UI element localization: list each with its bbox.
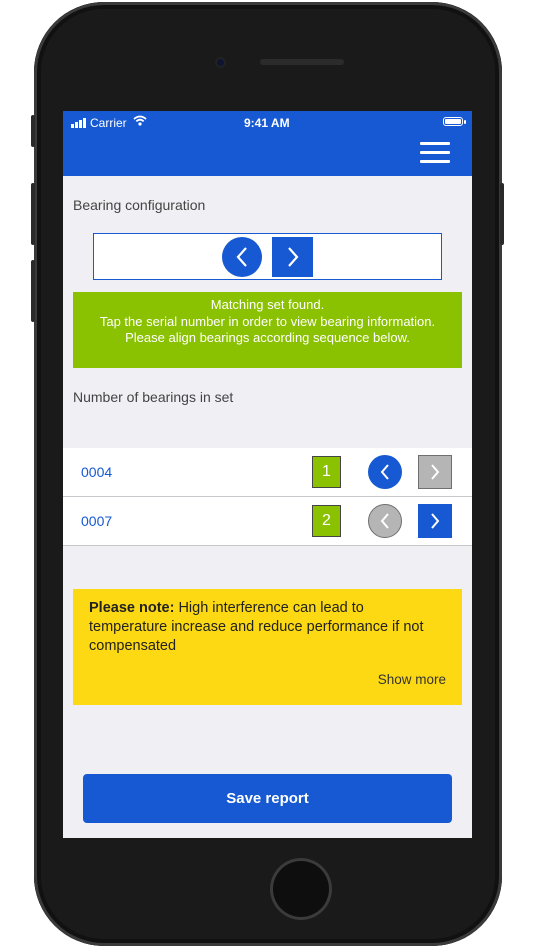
front-camera <box>215 57 226 68</box>
volume-up-button <box>31 183 35 245</box>
bearings-count-label: Number of bearings in set <box>73 389 234 405</box>
config-prev-button[interactable] <box>222 237 262 277</box>
silent-switch <box>31 115 35 147</box>
move-right-button[interactable] <box>418 504 452 538</box>
status-bar: Carrier 9:41 AM <box>63 111 472 135</box>
battery-icon <box>443 117 466 126</box>
app-header: Carrier 9:41 AM <box>63 111 472 176</box>
carrier-label: Carrier <box>90 116 127 130</box>
chevron-right-icon <box>287 247 298 267</box>
chevron-right-icon <box>431 513 440 529</box>
chevron-left-icon <box>380 513 389 529</box>
move-left-button[interactable] <box>368 455 402 489</box>
config-next-button[interactable] <box>272 237 313 277</box>
app-screen: Carrier 9:41 AM Bearing configuration Ma… <box>63 111 472 838</box>
save-report-button[interactable]: Save report <box>83 774 452 823</box>
chevron-left-icon <box>236 247 247 267</box>
chevron-right-icon <box>431 464 440 480</box>
note-title: Please note: <box>89 600 175 616</box>
volume-down-button <box>31 260 35 322</box>
earpiece-speaker <box>260 59 344 65</box>
bearing-position-badge: 2 <box>312 505 341 537</box>
move-right-button[interactable] <box>418 455 452 489</box>
bearing-row: 0004 1 <box>63 448 472 497</box>
chevron-left-icon <box>380 464 389 480</box>
match-found-instructions: Tap the serial number in order to view b… <box>99 313 436 346</box>
bearing-list: 0004 1 0007 2 <box>63 448 472 546</box>
home-button[interactable] <box>270 858 332 920</box>
match-found-title: Matching set found. <box>210 297 325 312</box>
hamburger-menu-icon[interactable] <box>420 142 452 164</box>
wifi-icon <box>133 115 147 126</box>
bearing-row: 0007 2 <box>63 497 472 546</box>
signal-icon <box>71 118 86 128</box>
interference-note: Please note: High interference can lead … <box>73 589 462 705</box>
power-button <box>500 183 504 245</box>
bearing-configuration-selector <box>93 233 442 280</box>
match-found-message: Matching set found. Tap the serial numbe… <box>73 292 462 368</box>
bearing-serial-link[interactable]: 0007 <box>81 513 112 529</box>
move-left-button[interactable] <box>368 504 402 538</box>
bearing-serial-link[interactable]: 0004 <box>81 464 112 480</box>
show-more-link[interactable]: Show more <box>378 670 446 689</box>
bearing-position-badge: 1 <box>312 456 341 488</box>
bearing-configuration-label: Bearing configuration <box>73 197 206 213</box>
status-time: 9:41 AM <box>244 116 290 130</box>
